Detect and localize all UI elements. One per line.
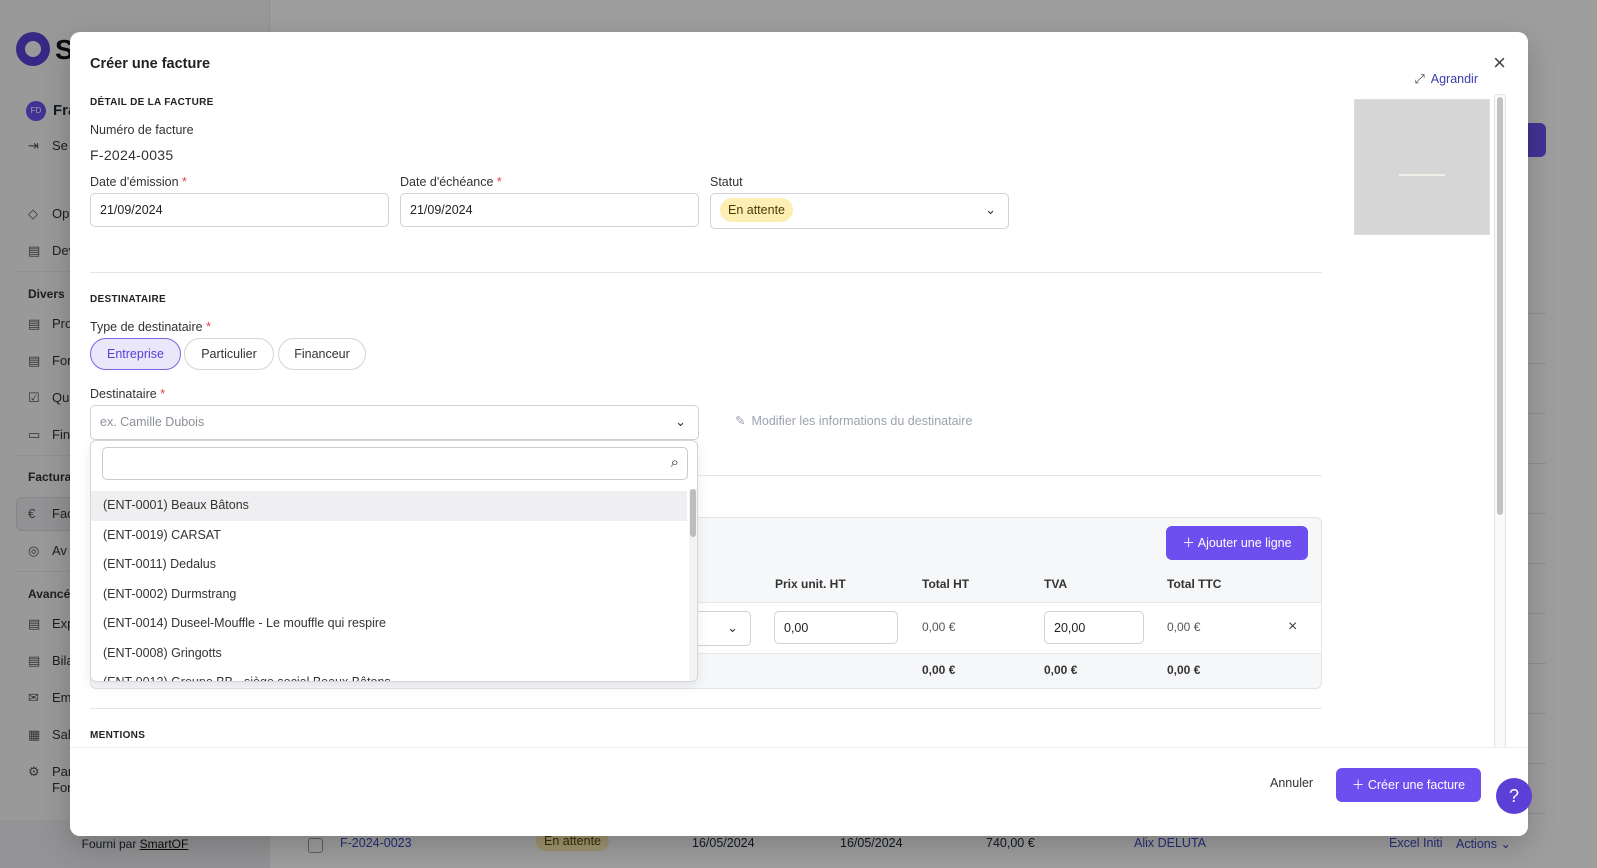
due-date-input[interactable]: 21/09/2024 bbox=[400, 193, 699, 227]
status-select[interactable]: En attente ⌄ bbox=[710, 193, 1009, 229]
column-header-total-ht: Total HT bbox=[922, 577, 970, 591]
pencil-icon: ✎ bbox=[735, 414, 746, 428]
column-header-total-ttc: Total TTC bbox=[1167, 577, 1222, 591]
section-mentions-title: MENTIONS bbox=[90, 730, 146, 741]
recipient-dropdown: ⌕ (ENT-0001) Beaux Bâtons (ENT-0019) CAR… bbox=[90, 440, 698, 682]
section-divider bbox=[90, 272, 1322, 273]
modal-scrollbar[interactable] bbox=[1494, 94, 1506, 777]
chevron-down-icon: ⌄ bbox=[985, 202, 996, 217]
recipient-select[interactable]: ex. Camille Dubois ⌄ bbox=[90, 405, 699, 440]
create-invoice-label: Créer une facture bbox=[1367, 778, 1466, 792]
invoice-number-label: Numéro de facture bbox=[90, 123, 194, 137]
list-item[interactable]: (ENT-0019) CARSAT bbox=[91, 521, 687, 551]
required-mark: * bbox=[182, 175, 187, 189]
recipient-type-entreprise[interactable]: Entreprise bbox=[90, 338, 181, 370]
expand-label: Agrandir bbox=[1430, 72, 1478, 86]
row-total-ttc: 0,00 € bbox=[1167, 620, 1201, 634]
required-mark: * bbox=[160, 387, 166, 401]
add-line-button[interactable]: ＋ Ajouter une ligne bbox=[1166, 526, 1308, 560]
tva-input[interactable]: 20,00 bbox=[1044, 611, 1144, 644]
recipient-options-list: (ENT-0001) Beaux Bâtons (ENT-0019) CARSA… bbox=[91, 491, 687, 681]
column-header-unit-price: Prix unit. HT bbox=[775, 577, 846, 591]
recipient-label: Destinataire * bbox=[90, 387, 165, 401]
recipient-type-particulier[interactable]: Particulier bbox=[184, 338, 274, 370]
invoice-preview-thumbnail[interactable] bbox=[1354, 99, 1490, 235]
dropdown-scrollbar[interactable] bbox=[689, 489, 697, 681]
list-item[interactable]: (ENT-0001) Beaux Bâtons bbox=[91, 491, 687, 521]
list-item[interactable]: (ENT-0012) Groupe BB - siège social Beau… bbox=[91, 668, 687, 681]
edit-recipient-link[interactable]: ✎ Modifier les informations du destinatai… bbox=[735, 413, 972, 428]
expand-button[interactable]: ⤢ Agrandir bbox=[1415, 72, 1478, 87]
section-divider bbox=[90, 708, 1322, 709]
recipient-search-input[interactable]: ⌕ bbox=[102, 447, 688, 480]
search-icon: ⌕ bbox=[670, 454, 679, 471]
preview-line bbox=[1399, 174, 1445, 176]
status-badge: En attente bbox=[720, 198, 793, 222]
due-date-label: Date d'échéance * bbox=[400, 175, 502, 189]
recipient-label-text: Destinataire bbox=[90, 387, 157, 401]
chevron-down-icon: ⌄ bbox=[675, 414, 686, 429]
issue-date-input[interactable]: 21/09/2024 bbox=[90, 193, 389, 227]
required-mark: * bbox=[496, 175, 502, 189]
plus-icon: ＋ bbox=[1351, 778, 1365, 792]
close-icon[interactable]: × bbox=[1493, 50, 1506, 76]
recipient-placeholder: ex. Camille Dubois bbox=[100, 415, 205, 429]
list-item[interactable]: (ENT-0008) Gringotts bbox=[91, 639, 687, 669]
status-label: Statut bbox=[710, 175, 743, 189]
unit-price-input[interactable]: 0,00 bbox=[774, 611, 898, 644]
remove-line-icon[interactable]: × bbox=[1288, 618, 1297, 636]
section-detail-title: DÉTAIL DE LA FACTURE bbox=[90, 97, 214, 108]
add-line-label: Ajouter une ligne bbox=[1197, 536, 1292, 550]
total-ht: 0,00 € bbox=[922, 663, 956, 677]
modal-footer bbox=[70, 747, 1528, 836]
recipient-type-label-text: Type de destinataire bbox=[90, 320, 203, 334]
issue-date-label-text: Date d'émission bbox=[90, 175, 179, 189]
plus-icon: ＋ bbox=[1182, 536, 1195, 550]
scrollbar-thumb[interactable] bbox=[1497, 97, 1503, 515]
scrollbar-thumb[interactable] bbox=[690, 489, 696, 537]
chevron-down-icon: ⌄ bbox=[727, 620, 738, 635]
list-item[interactable]: (ENT-0014) Duseel-Mouffle - Le mouffle q… bbox=[91, 609, 687, 639]
create-invoice-button[interactable]: ＋ Créer une facture bbox=[1336, 768, 1481, 802]
invoice-number-value: F-2024-0035 bbox=[90, 147, 174, 163]
help-button[interactable]: ? bbox=[1496, 778, 1532, 814]
due-date-label-text: Date d'échéance bbox=[400, 175, 494, 189]
edit-recipient-label: Modifier les informations du destinatair… bbox=[751, 414, 973, 428]
cancel-button[interactable]: Annuler bbox=[1270, 776, 1313, 790]
issue-date-label: Date d'émission * bbox=[90, 175, 187, 189]
list-item[interactable]: (ENT-0011) Dedalus bbox=[91, 550, 687, 580]
modal-title: Créer une facture bbox=[90, 56, 211, 72]
row-total-ht: 0,00 € bbox=[922, 620, 956, 634]
create-invoice-modal: Créer une facture × ⤢ Agrandir DÉTAIL DE … bbox=[70, 32, 1528, 836]
section-recipient-title: DESTINATAIRE bbox=[90, 294, 167, 305]
recipient-type-financeur[interactable]: Financeur bbox=[278, 338, 366, 370]
expand-icon: ⤢ bbox=[1414, 72, 1425, 86]
column-header-tva: TVA bbox=[1044, 577, 1068, 591]
total-tva: 0,00 € bbox=[1044, 663, 1078, 677]
required-mark: * bbox=[206, 320, 211, 334]
recipient-type-label: Type de destinataire * bbox=[90, 320, 211, 334]
total-ttc: 0,00 € bbox=[1167, 663, 1201, 677]
list-item[interactable]: (ENT-0002) Durmstrang bbox=[91, 580, 687, 610]
